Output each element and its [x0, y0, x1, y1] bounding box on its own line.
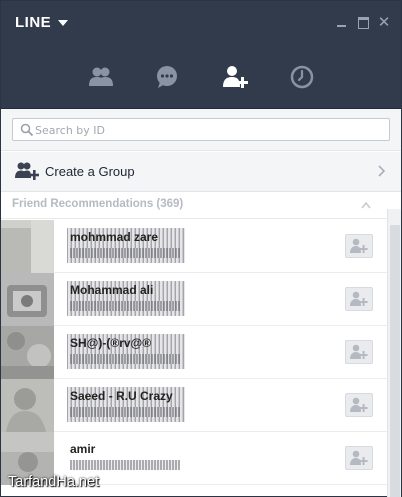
contact-name: SH@)-(®rv@®: [70, 336, 152, 350]
contact-name: Mohammad ali: [70, 283, 154, 297]
add-friend-button[interactable]: [345, 287, 373, 311]
minimize-icon[interactable]: [334, 14, 350, 30]
contact-status: [70, 460, 180, 470]
history-clock-icon: [290, 65, 314, 89]
add-user-icon: [350, 397, 368, 412]
menu-caret-icon[interactable]: [58, 20, 68, 26]
section-title: Friend Recommendations (369): [12, 198, 184, 210]
search-area: [1, 109, 401, 151]
chevron-right-icon: [378, 165, 386, 177]
line-window: LINE ✕ Search by ID Create a Group Frien…: [0, 0, 402, 497]
tab-add-friends[interactable]: [223, 64, 249, 90]
chat-icon: [157, 66, 177, 88]
add-user-icon: [350, 238, 368, 253]
add-friend-button[interactable]: [345, 446, 373, 470]
name-block: mohmmad zare: [67, 228, 185, 263]
close-icon[interactable]: ✕: [376, 14, 392, 30]
list-item[interactable]: mohmmad zare: [1, 220, 387, 273]
avatar: [1, 220, 54, 273]
create-group-label: Create a Group: [45, 164, 135, 179]
contact-status: [70, 248, 180, 258]
add-friend-button[interactable]: [345, 393, 373, 417]
create-group-icon: [15, 162, 39, 180]
maximize-icon[interactable]: [355, 14, 371, 30]
list-item[interactable]: Saeed - R.U Crazy: [1, 379, 387, 432]
list-scrollbar[interactable]: [387, 209, 401, 497]
search-input[interactable]: [35, 121, 385, 139]
name-block: Saeed - R.U Crazy: [67, 387, 185, 422]
search-icon: [20, 123, 34, 137]
avatar: [1, 379, 54, 432]
contact-name: Saeed - R.U Crazy: [70, 389, 173, 403]
add-friend-button[interactable]: [345, 340, 373, 364]
contact-name: mohmmad zare: [70, 230, 159, 244]
contact-status: [70, 354, 180, 364]
add-user-icon: [350, 344, 368, 359]
chevron-up-icon[interactable]: [360, 200, 372, 210]
name-block: Mohammad ali: [67, 281, 185, 316]
contact-status: [70, 301, 180, 311]
name-block: amir: [67, 440, 185, 475]
friend-recommendations-header[interactable]: Friend Recommendations (369): [1, 193, 401, 219]
add-user-icon: [350, 450, 368, 465]
recommendation-list: mohmmad zare Mohammad ali SH@)-(®rv@® Sa…: [1, 220, 387, 497]
search-box[interactable]: [12, 118, 390, 141]
add-friend-button[interactable]: [345, 234, 373, 258]
avatar: [1, 273, 54, 326]
add-user-icon: [350, 291, 368, 306]
contact-status: [70, 407, 180, 417]
tab-chats[interactable]: [154, 64, 180, 90]
add-friend-icon: [223, 66, 248, 88]
list-item[interactable]: SH@)-(®rv@®: [1, 326, 387, 379]
avatar: [1, 326, 54, 379]
scroll-thumb[interactable]: [390, 225, 400, 497]
watermark: TarfandHa.net: [8, 474, 100, 490]
contact-name: amir: [70, 442, 96, 456]
app-title: LINE: [15, 14, 52, 31]
title-bar[interactable]: LINE ✕: [1, 1, 401, 45]
name-block: SH@)-(®rv@®: [67, 334, 185, 369]
list-item[interactable]: Mohammad ali: [1, 273, 387, 326]
create-group-button[interactable]: Create a Group: [1, 152, 401, 192]
friends-icon: [89, 67, 113, 86]
tab-friends[interactable]: [88, 64, 114, 90]
main-nav: [1, 45, 401, 109]
tab-history[interactable]: [289, 64, 315, 90]
